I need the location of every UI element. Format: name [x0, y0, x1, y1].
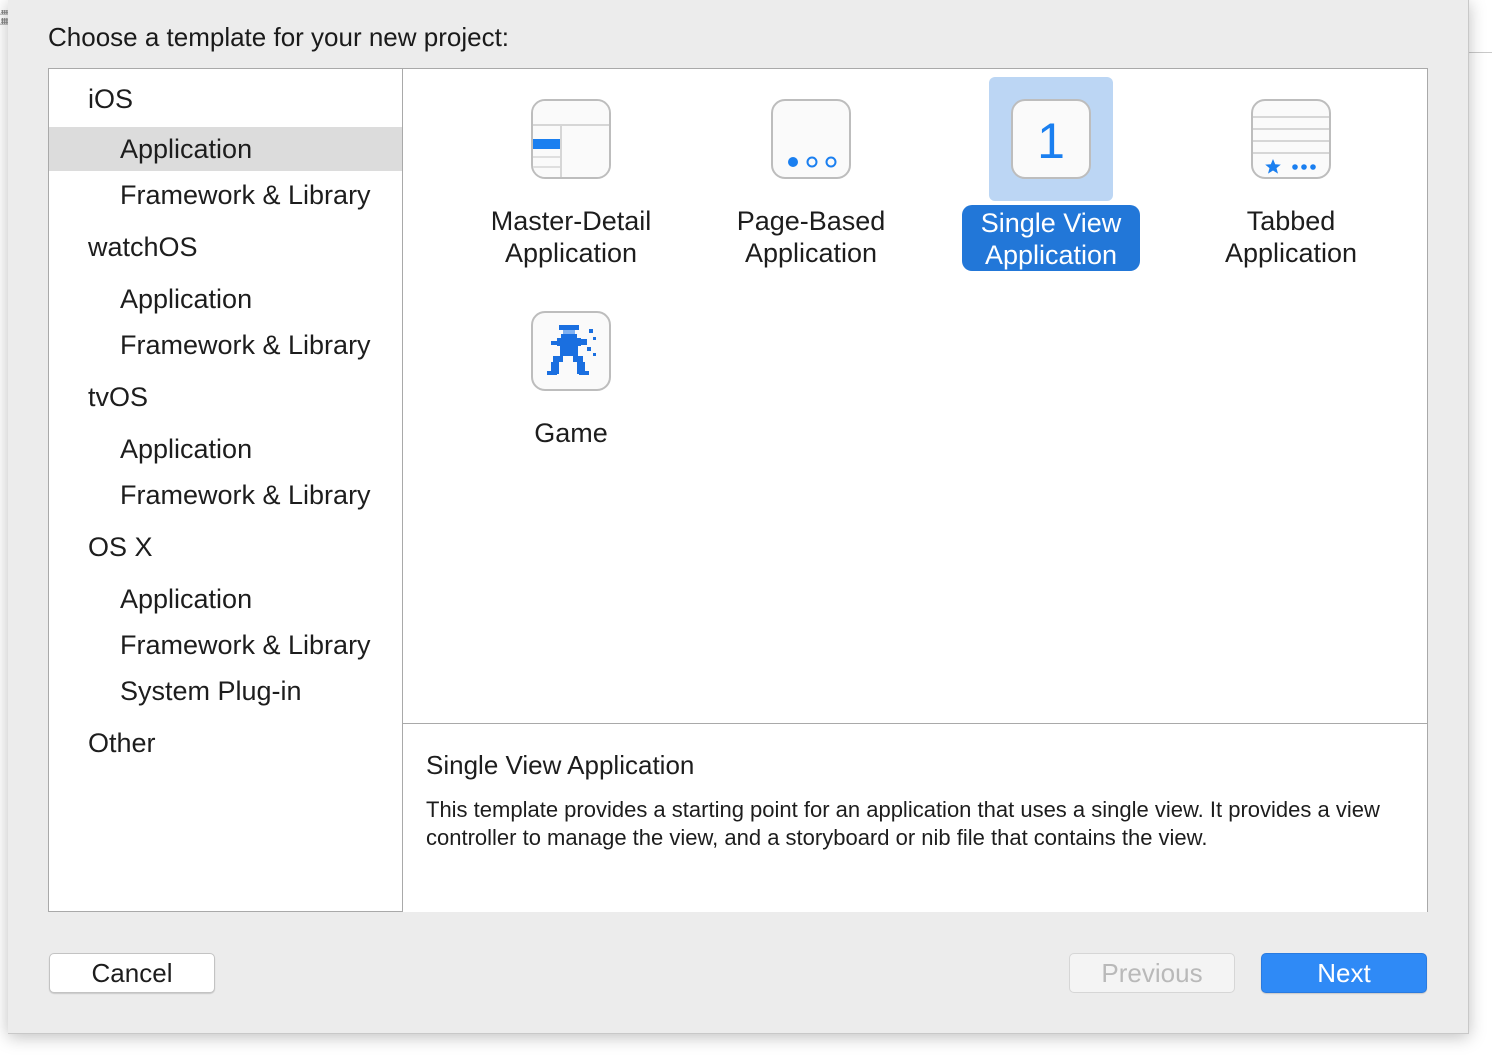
template-label: Page-Based Application — [711, 205, 911, 269]
template-name-line1: Game — [534, 418, 608, 448]
page-based-icon — [771, 99, 851, 179]
sidebar-header-other[interactable]: Other — [49, 721, 402, 765]
template-name-line1: Page-Based — [736, 206, 886, 236]
cancel-button[interactable]: Cancel — [49, 953, 215, 993]
template-name-line2: Application — [504, 238, 638, 268]
sidebar-header-osx[interactable]: OS X — [49, 525, 402, 569]
sidebar-item-tvos-application[interactable]: Application — [49, 427, 402, 471]
sidebar-item-watchos-application[interactable]: Application — [49, 277, 402, 321]
template-name-line1: Single View — [980, 208, 1122, 238]
template-tabbed[interactable]: Tabbed Application — [1191, 69, 1391, 269]
template-name-line1: Tabbed — [1246, 206, 1336, 236]
template-grid: Master-Detail Application Page-Based App… — [403, 69, 1427, 723]
template-description: Single View Application This template pr… — [403, 723, 1427, 912]
template-label: Tabbed Application — [1191, 205, 1391, 269]
tabbed-icon — [1251, 99, 1331, 179]
template-name-line2: Application — [744, 238, 878, 268]
previous-button[interactable]: Previous — [1069, 953, 1235, 993]
template-page-based[interactable]: Page-Based Application — [711, 69, 911, 269]
template-name-line2: Application — [1224, 238, 1358, 268]
template-master-detail[interactable]: Master-Detail Application — [471, 69, 671, 269]
sidebar-header-ios[interactable]: iOS — [49, 77, 402, 121]
single-view-glyph: 1 — [1037, 113, 1065, 169]
sidebar-item-osx-framework-library[interactable]: Framework & Library — [49, 623, 402, 667]
template-game[interactable]: Game — [471, 281, 671, 481]
background-window-edge: ᚙᚙ — [0, 10, 8, 30]
template-name-line1: Master-Detail — [490, 206, 652, 236]
background-window-divider — [1468, 52, 1492, 53]
sidebar-header-watchos[interactable]: watchOS — [49, 225, 402, 269]
sidebar-item-ios-application[interactable]: Application — [49, 127, 402, 171]
game-icon — [531, 311, 611, 391]
description-body: This template provides a starting point … — [426, 797, 1380, 850]
template-label: Single View Application — [951, 207, 1151, 271]
template-chooser: iOS Application Framework & Library watc… — [48, 68, 1428, 912]
master-detail-icon — [531, 99, 611, 179]
next-button[interactable]: Next — [1261, 953, 1427, 993]
sidebar-item-osx-application[interactable]: Application — [49, 577, 402, 621]
template-name-line2: Application — [984, 240, 1118, 270]
description-title: Single View Application — [426, 750, 695, 780]
sidebar-item-osx-system-plugin[interactable]: System Plug-in — [49, 669, 402, 713]
platform-sidebar[interactable]: iOS Application Framework & Library watc… — [49, 69, 403, 911]
template-single-view[interactable]: 1 Single View Application — [951, 69, 1151, 271]
sidebar-item-ios-framework-library[interactable]: Framework & Library — [49, 173, 402, 217]
new-project-sheet: Choose a template for your new project: … — [8, 0, 1469, 1034]
single-view-icon: 1 — [1011, 99, 1091, 179]
sidebar-item-watchos-framework-library[interactable]: Framework & Library — [49, 323, 402, 367]
sidebar-item-tvos-framework-library[interactable]: Framework & Library — [49, 473, 402, 517]
template-content: Master-Detail Application Page-Based App… — [403, 69, 1427, 912]
sheet-prompt: Choose a template for your new project: — [48, 22, 510, 52]
template-label: Game — [471, 417, 671, 449]
sidebar-header-tvos[interactable]: tvOS — [49, 375, 402, 419]
template-label: Master-Detail Application — [471, 205, 671, 269]
